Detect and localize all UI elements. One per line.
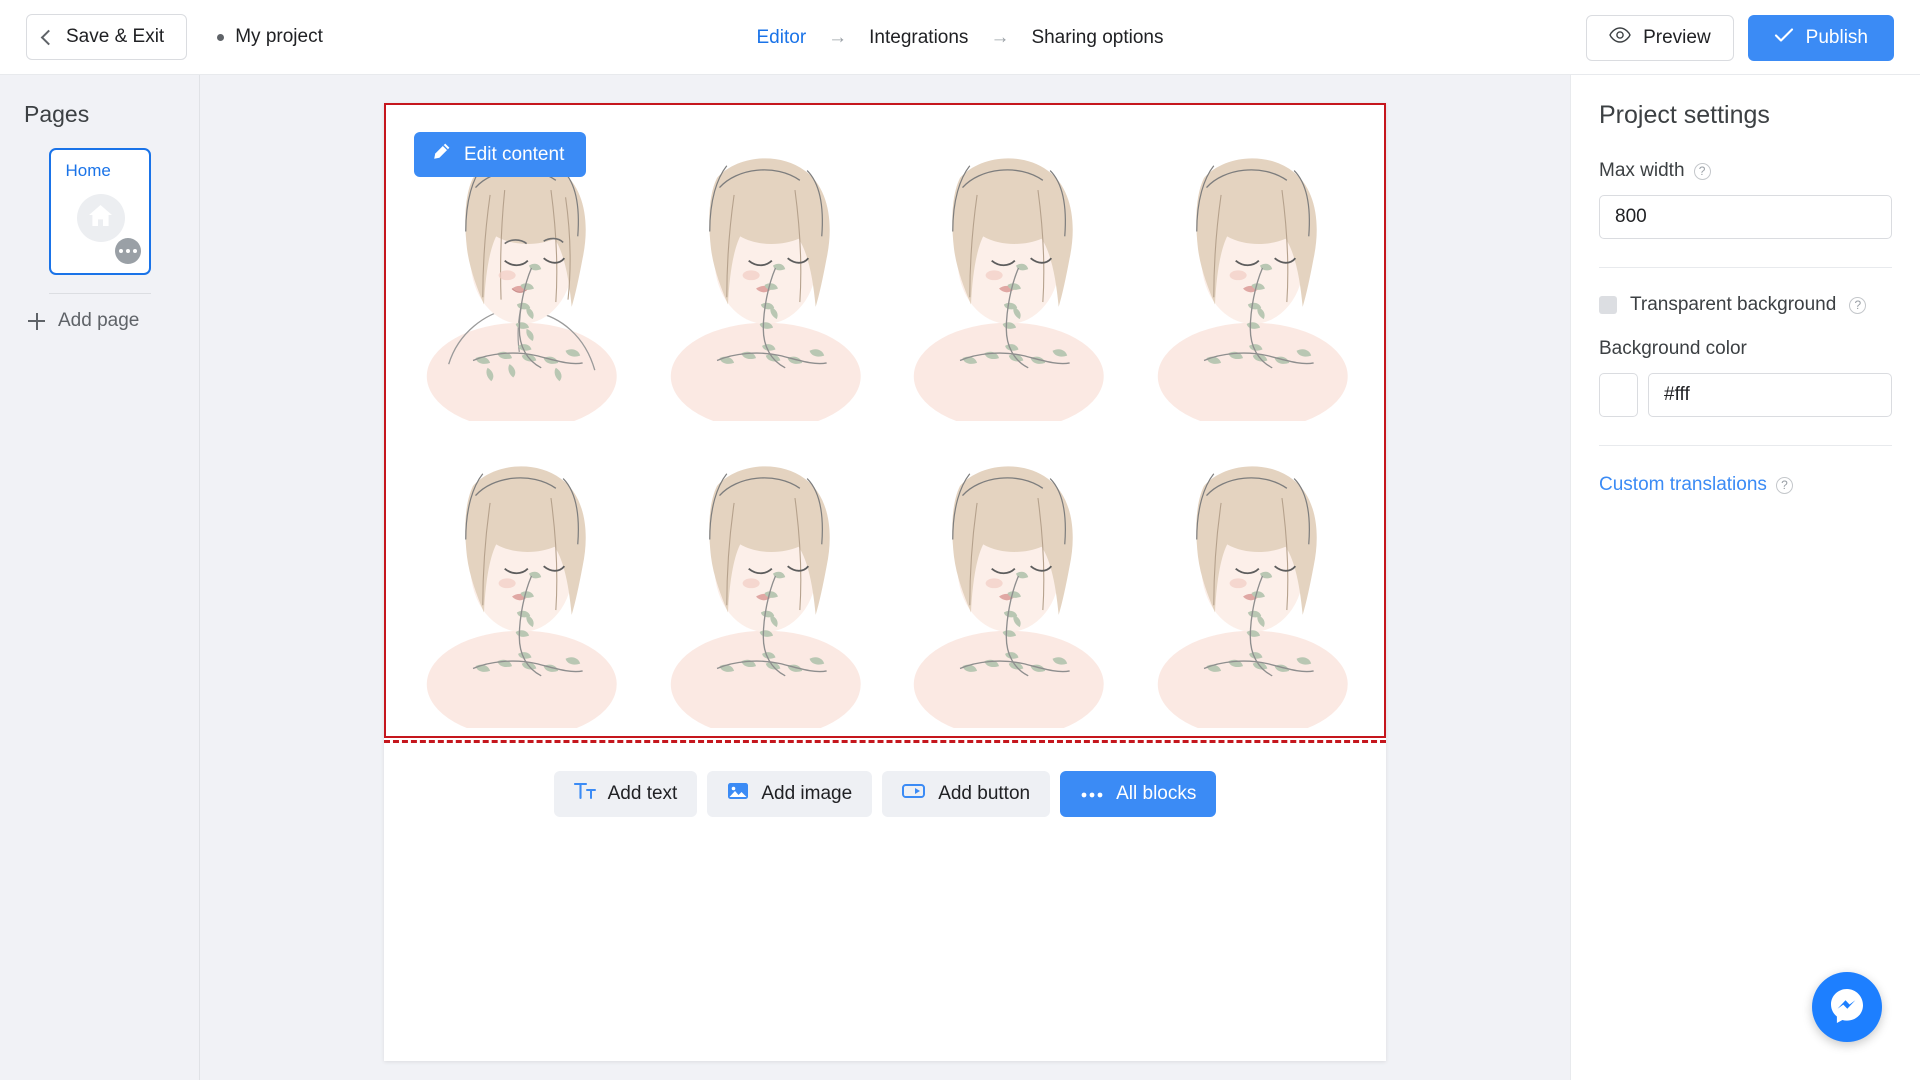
eye-icon	[1609, 26, 1631, 49]
edit-content-label: Edit content	[464, 143, 565, 165]
image-gallery-block	[386, 105, 1388, 736]
add-page-label: Add page	[58, 310, 140, 331]
selected-block[interactable]: Edit content	[384, 103, 1386, 738]
max-width-help-icon[interactable]: ?	[1693, 162, 1711, 180]
gallery-image[interactable]	[1131, 421, 1375, 728]
panel-divider	[1599, 445, 1892, 446]
save-and-exit-button[interactable]: Save & Exit	[26, 14, 188, 60]
text-icon	[573, 782, 596, 806]
status-dot-icon	[217, 33, 225, 41]
panel-title: Project settings	[1599, 101, 1770, 129]
add-text-label: Add text	[607, 783, 678, 804]
project-settings-panel: Project settings Max width ? Transparent…	[1570, 75, 1920, 1080]
add-button-button[interactable]: Add button	[882, 771, 1051, 817]
transparent-background-row[interactable]: Transparent background ?	[1599, 294, 1892, 316]
step-sharing-options[interactable]: Sharing options	[1031, 27, 1163, 49]
add-button-label: Add button	[938, 783, 1031, 804]
block-drop-indicator	[384, 740, 1386, 743]
home-icon	[87, 203, 114, 233]
custom-translations-help-icon[interactable]: ?	[1775, 476, 1793, 494]
plus-icon	[28, 312, 45, 330]
page-thumbnail	[76, 194, 125, 242]
edit-content-button[interactable]: Edit content	[414, 132, 587, 177]
check-icon	[1774, 27, 1794, 49]
editor-canvas-area: Edit content Add text Add image Add butt…	[200, 75, 1570, 1080]
top-bar: Save & Exit My project Editor → Integrat…	[0, 0, 1920, 75]
background-color-input[interactable]	[1648, 373, 1892, 417]
project-name[interactable]: My project	[217, 26, 323, 48]
gallery-image[interactable]	[887, 421, 1131, 728]
gallery-image[interactable]	[644, 421, 888, 728]
page-card-menu-button[interactable]	[114, 238, 141, 264]
background-color-row	[1599, 373, 1892, 417]
preview-button[interactable]: Preview	[1586, 14, 1734, 61]
publish-label: Publish	[1805, 26, 1868, 48]
button-icon	[902, 782, 926, 806]
preview-label: Preview	[1643, 26, 1711, 48]
save-and-exit-label: Save & Exit	[66, 26, 165, 47]
add-page-button[interactable]: Add page	[0, 294, 199, 332]
custom-translations-label: Custom translations	[1599, 474, 1767, 495]
image-icon	[727, 781, 749, 807]
sidebar-title: Pages	[24, 101, 90, 127]
add-image-button[interactable]: Add image	[707, 771, 873, 817]
project-name-label: My project	[235, 26, 323, 47]
step-arrow-icon: →	[990, 26, 1010, 48]
page-sheet: Edit content Add text Add image Add butt…	[384, 103, 1386, 1061]
panel-divider	[1599, 267, 1892, 268]
pencil-icon	[431, 142, 451, 168]
chevron-left-icon	[40, 29, 57, 45]
background-color-swatch[interactable]	[1599, 373, 1638, 417]
all-blocks-label: All blocks	[1116, 783, 1197, 804]
top-bar-actions: Preview Publish	[1586, 0, 1894, 75]
max-width-label: Max width ?	[1599, 160, 1892, 182]
ellipsis-dot-icon	[125, 249, 130, 253]
sidebar-page-home[interactable]: Home	[48, 148, 151, 275]
transparent-background-help-icon[interactable]: ?	[1849, 296, 1867, 314]
messenger-chat-button[interactable]	[1812, 972, 1882, 1042]
step-integrations[interactable]: Integrations	[869, 27, 968, 49]
step-editor[interactable]: Editor	[757, 27, 807, 49]
publish-button[interactable]: Publish	[1747, 14, 1894, 61]
page-card-label: Home	[65, 161, 111, 180]
max-width-input[interactable]	[1599, 195, 1892, 239]
add-text-button[interactable]: Add text	[553, 771, 698, 817]
ellipsis-dot-icon	[132, 249, 137, 253]
transparent-background-label: Transparent background	[1630, 294, 1837, 315]
max-width-label-text: Max width	[1599, 160, 1685, 181]
step-arrow-icon: →	[828, 26, 848, 48]
gallery-image[interactable]	[887, 113, 1131, 421]
add-image-label: Add image	[761, 783, 853, 804]
messenger-icon	[1827, 985, 1867, 1030]
gallery-image[interactable]	[400, 421, 644, 728]
ellipsis-icon	[1080, 783, 1104, 805]
background-color-label-text: Background color	[1599, 338, 1747, 359]
workflow-steps: Editor → Integrations → Sharing options	[757, 0, 1164, 75]
gallery-image[interactable]	[1131, 113, 1375, 421]
pages-sidebar: Pages Home Add page	[0, 75, 200, 1080]
all-blocks-button[interactable]: All blocks	[1060, 771, 1217, 817]
add-block-toolbar: Add text Add image Add button All blocks	[384, 771, 1386, 817]
transparent-background-checkbox[interactable]	[1599, 296, 1617, 314]
gallery-image[interactable]	[644, 113, 888, 421]
custom-translations-link[interactable]: Custom translations ?	[1599, 474, 1892, 496]
background-color-label: Background color	[1599, 338, 1892, 360]
ellipsis-dot-icon	[118, 249, 123, 253]
